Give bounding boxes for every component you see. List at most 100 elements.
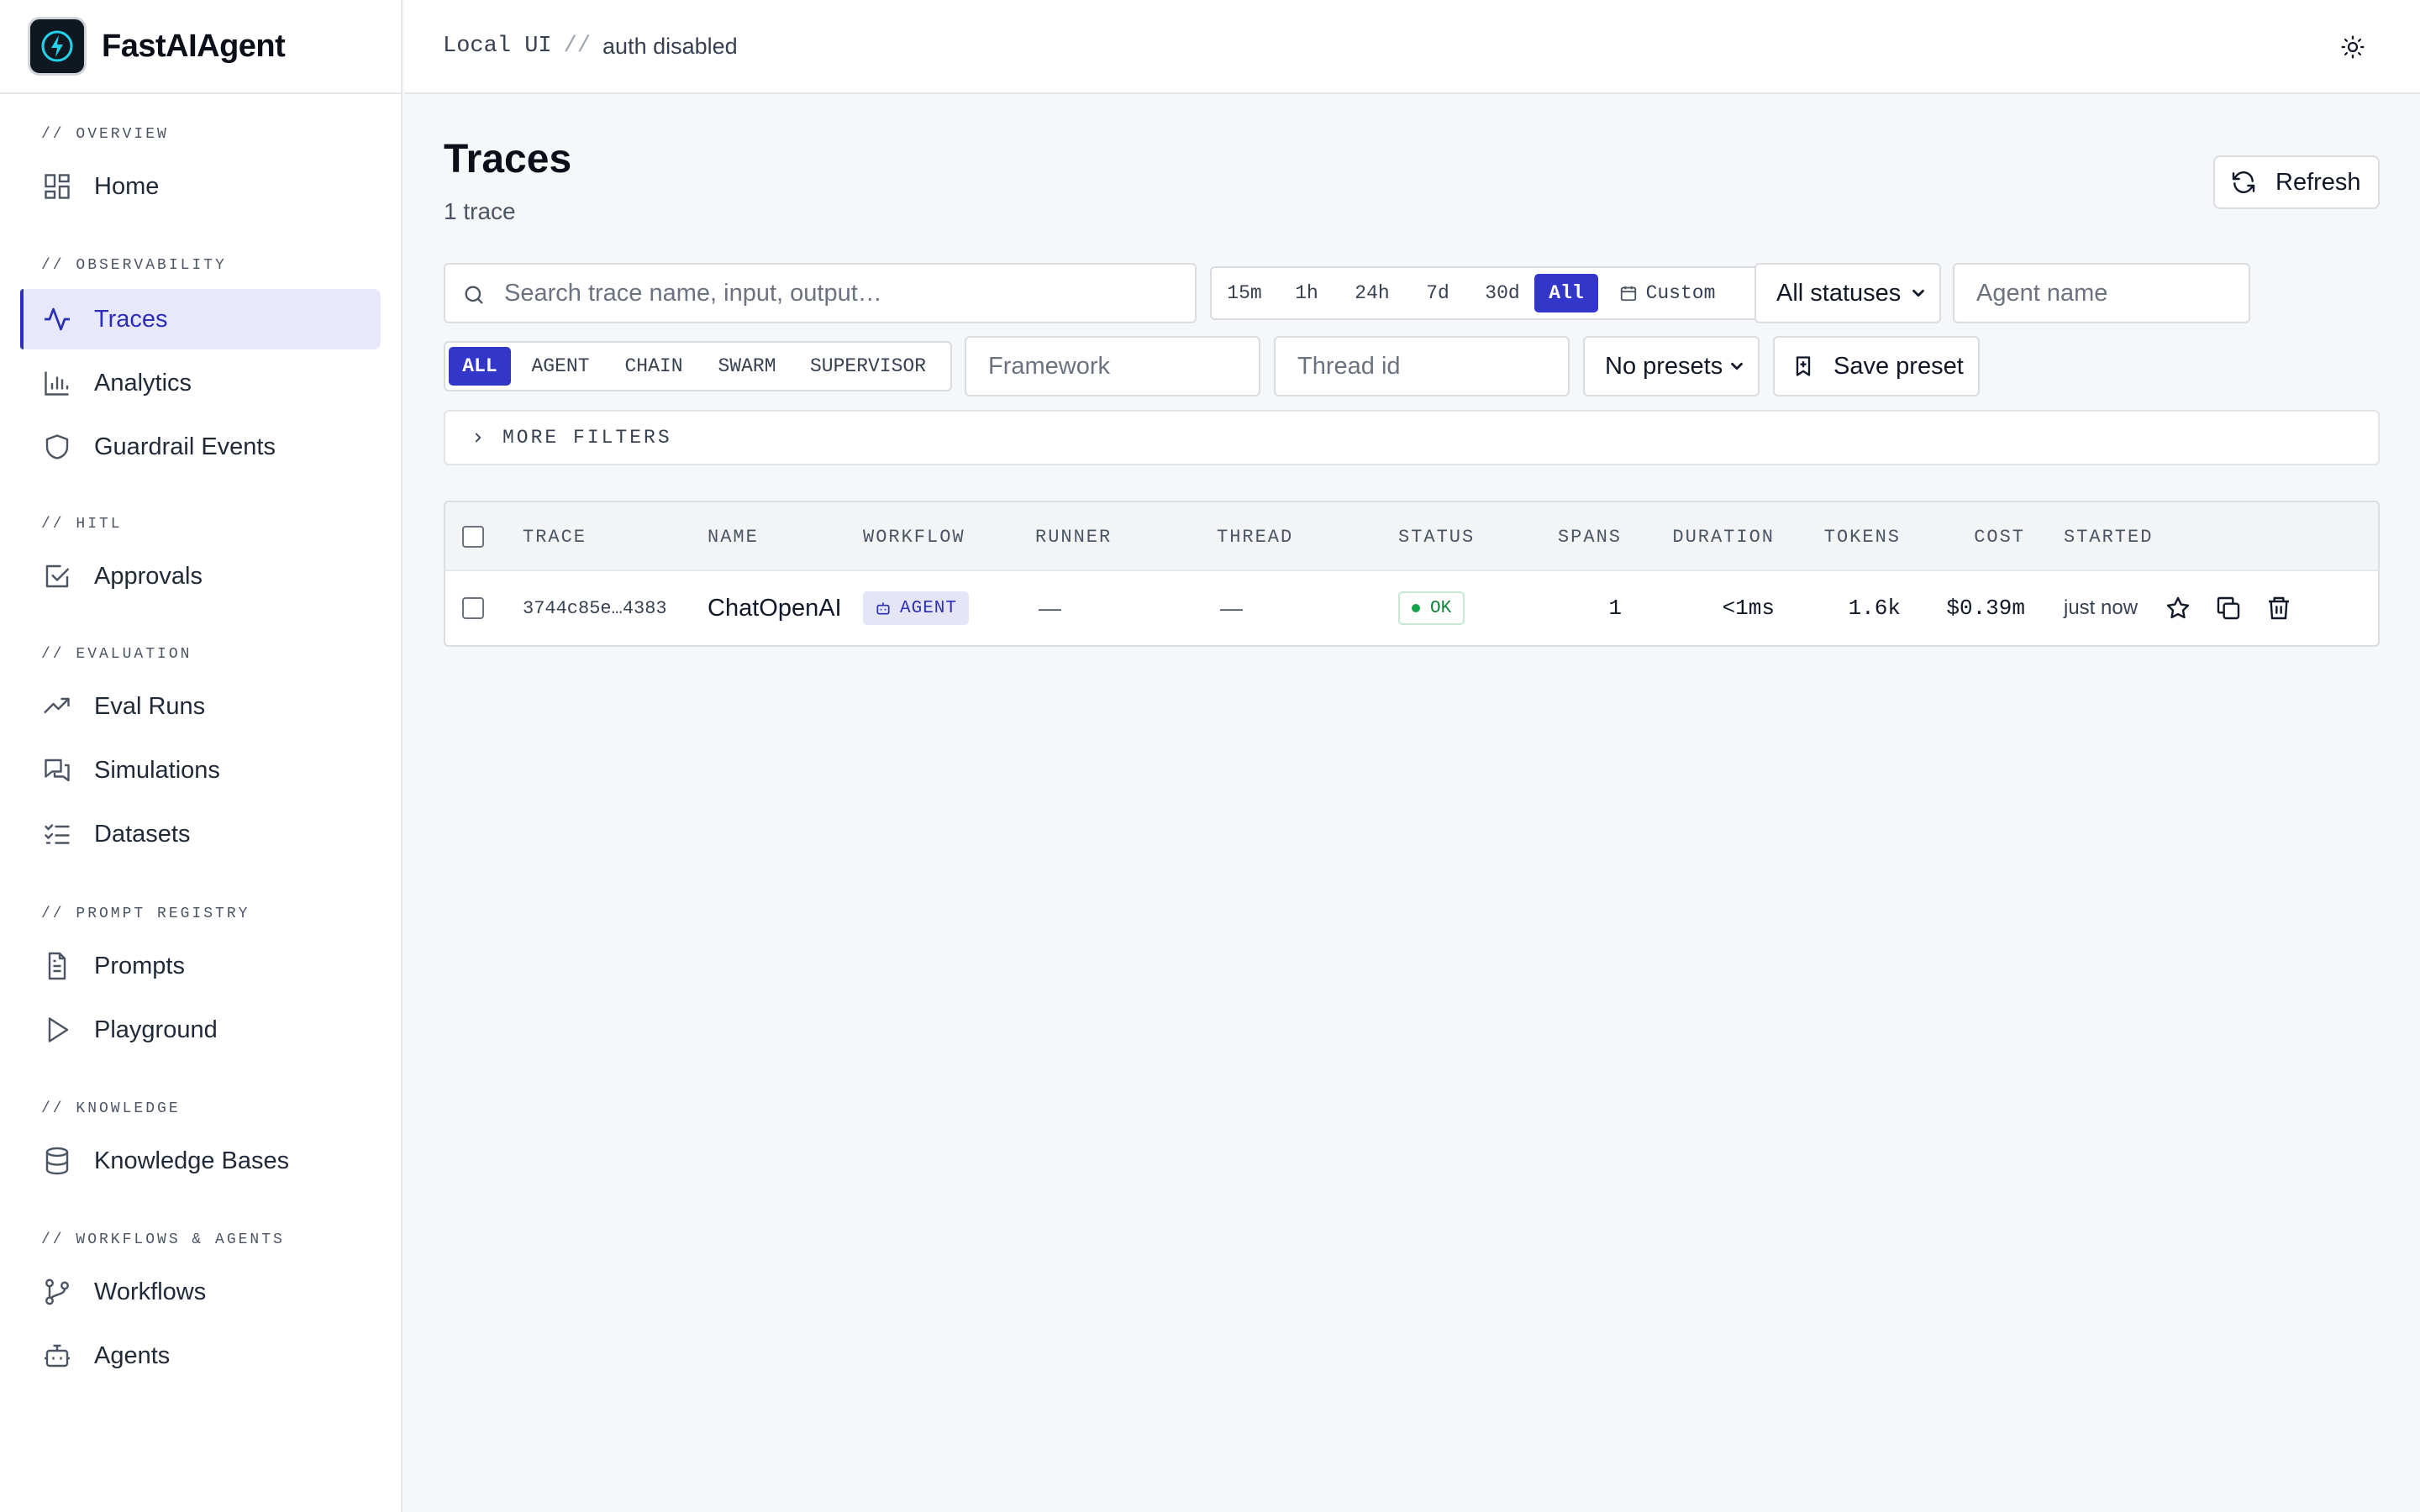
time-range-7d[interactable]: 7d — [1405, 274, 1470, 312]
bot-icon — [875, 600, 900, 617]
topbar: Local UI // auth disabled — [404, 0, 2420, 94]
custom-label: Custom — [1645, 282, 1716, 304]
sidebar-item-workflows[interactable]: Workflows — [20, 1262, 381, 1322]
column-header[interactable]: WORKFLOW — [863, 502, 965, 571]
sidebar-item-label: Playground — [94, 1016, 218, 1043]
time-range-30d[interactable]: 30d — [1470, 274, 1534, 312]
refresh-label: Refresh — [2275, 168, 2361, 196]
sidebar-item-label: Agents — [94, 1341, 171, 1369]
nav-section-overview: // OVERVIEW Home — [0, 123, 401, 220]
started-cell: just now — [2064, 596, 2139, 619]
time-range-group: 15m 1h 24h 7d 30d All Custom — [1210, 266, 1765, 320]
trace-name[interactable]: ChatOpenAI — [708, 571, 842, 645]
nav-section-hitl: // HITL Approvals — [0, 512, 401, 610]
framework-placeholder: Framework — [988, 352, 1111, 380]
git-branch-icon — [42, 1277, 72, 1307]
workflow-type-agent[interactable]: AGENT — [511, 347, 610, 386]
star-icon[interactable] — [2161, 591, 2195, 625]
time-range-24h[interactable]: 24h — [1339, 274, 1405, 312]
column-header[interactable]: STATUS — [1398, 502, 1475, 571]
sidebar-item-label: Knowledge Bases — [94, 1147, 290, 1174]
sidebar-item-label: Eval Runs — [94, 692, 206, 720]
nav-header: // KNOWLEDGE — [41, 1100, 181, 1117]
sidebar-item-guardrail-events[interactable]: Guardrail Events — [20, 417, 381, 477]
column-header[interactable]: STARTED — [2064, 502, 2153, 571]
workflow-type-chain[interactable]: CHAIN — [610, 347, 697, 386]
refresh-button[interactable]: Refresh — [2213, 155, 2380, 209]
search-icon — [462, 283, 486, 307]
row-checkbox[interactable] — [462, 571, 484, 645]
sidebar-item-prompts[interactable]: Prompts — [20, 936, 381, 996]
cost-cell: $0.39m — [1946, 596, 2025, 621]
framework-input[interactable]: Framework — [965, 336, 1260, 396]
sidebar-item-label: Home — [94, 172, 160, 200]
column-header[interactable]: RUNNER — [1035, 502, 1112, 571]
column-header[interactable]: NAME — [708, 502, 759, 571]
status-select[interactable]: All statuses — [1754, 263, 1941, 323]
file-text-icon — [42, 951, 72, 981]
time-range-custom[interactable]: Custom — [1603, 274, 1731, 312]
play-icon — [42, 1015, 72, 1045]
workflow-type-all[interactable]: ALL — [449, 347, 511, 386]
presets-select-value: No presets — [1605, 352, 1723, 380]
trace-id[interactable]: 3744c85e…4383 — [523, 571, 667, 645]
nav-header: // PROMPT REGISTRY — [41, 906, 250, 922]
sidebar-item-traces[interactable]: Traces — [20, 289, 381, 349]
save-preset-label: Save preset — [1833, 352, 1964, 380]
sidebar-item-home[interactable]: Home — [20, 156, 381, 217]
brand[interactable]: FastAIAgent — [0, 0, 401, 94]
chevron-down-icon — [1728, 357, 1746, 375]
column-header[interactable]: TOKENS — [1810, 502, 1901, 571]
sidebar-item-analytics[interactable]: Analytics — [20, 353, 381, 413]
sidebar-item-playground[interactable]: Playground — [20, 1000, 381, 1060]
sidebar-item-knowledge-bases[interactable]: Knowledge Bases — [20, 1131, 381, 1191]
workflow-type-swarm[interactable]: SWARM — [697, 347, 797, 386]
column-header[interactable]: COST — [1933, 502, 2025, 571]
bar-chart-icon — [42, 368, 72, 398]
column-header[interactable]: TRACE — [523, 502, 587, 571]
nav-section-observability: // OBSERVABILITY Traces Analytics Guardr… — [0, 254, 401, 480]
sidebar-item-datasets[interactable]: Datasets — [20, 804, 381, 864]
sidebar-item-agents[interactable]: Agents — [20, 1326, 381, 1386]
mode-label: Local UI — [443, 34, 552, 59]
workflow-badge: AGENT — [863, 591, 970, 625]
time-range-1h[interactable]: 1h — [1274, 274, 1339, 312]
list-checks-icon — [42, 819, 72, 849]
database-icon — [42, 1146, 72, 1176]
column-header[interactable]: SPANS — [1558, 502, 1622, 571]
sidebar-item-label: Approvals — [94, 562, 203, 590]
table-row[interactable]: 3744c85e…4383 ChatOpenAI AGENT — — OK 1 — [445, 571, 2378, 645]
nav-section-prompt-registry: // PROMPT REGISTRY Prompts Playground — [0, 902, 401, 1063]
table-header: TRACE NAME WORKFLOW RUNNER THREAD STATUS… — [445, 502, 2378, 571]
nav-section-workflows-agents: // WORKFLOWS & AGENTS Workflows Agents — [0, 1228, 401, 1389]
messages-icon — [42, 755, 72, 785]
select-all-checkbox[interactable] — [462, 502, 484, 571]
app-name: FastAIAgent — [102, 28, 286, 64]
sidebar-item-eval-runs[interactable]: Eval Runs — [20, 676, 381, 737]
theme-toggle-button[interactable] — [2336, 30, 2370, 64]
refresh-icon — [2230, 169, 2275, 196]
sidebar-item-approvals[interactable]: Approvals — [20, 546, 381, 606]
presets-select[interactable]: No presets — [1583, 336, 1760, 396]
thread-id-input[interactable]: Thread id — [1274, 336, 1570, 396]
time-range-15m[interactable]: 15m — [1215, 274, 1274, 312]
workflow-type-supervisor[interactable]: SUPERVISOR — [797, 347, 939, 386]
agent-name-input[interactable]: Agent name — [1953, 263, 2250, 323]
column-header[interactable]: THREAD — [1217, 502, 1293, 571]
logo-icon — [28, 17, 87, 76]
more-filters-toggle[interactable]: MORE FILTERS — [444, 410, 2380, 465]
save-preset-button[interactable]: Save preset — [1773, 336, 1980, 396]
copy-icon[interactable] — [2212, 591, 2245, 625]
sidebar-item-simulations[interactable]: Simulations — [20, 740, 381, 801]
trash-icon[interactable] — [2262, 591, 2296, 625]
nav-header: // OVERVIEW — [41, 126, 169, 143]
workflow-cell: AGENT — [863, 571, 970, 645]
duration-cell: <1ms — [1722, 596, 1775, 621]
time-range-all[interactable]: All — [1534, 274, 1598, 312]
nav-header: // OBSERVABILITY — [41, 257, 227, 274]
column-header[interactable]: DURATION — [1669, 502, 1775, 571]
workflow-label: AGENT — [900, 598, 958, 618]
shield-icon — [42, 432, 72, 462]
search-input[interactable]: Search trace name, input, output… — [444, 263, 1197, 323]
status-select-value: All statuses — [1776, 279, 1902, 307]
